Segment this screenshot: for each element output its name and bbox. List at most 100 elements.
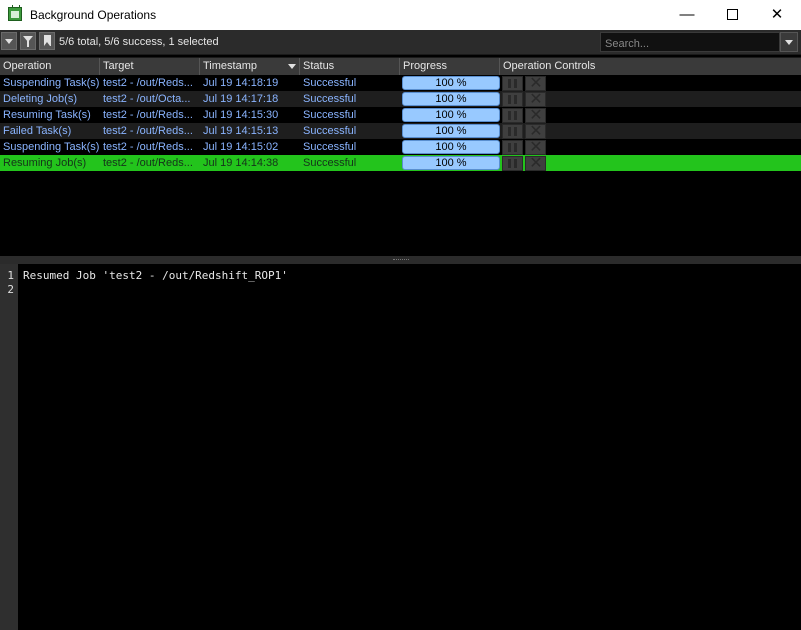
table-row[interactable]: Suspending Task(s) test2 - /out/Reds... Ju… [0,75,801,92]
search-input[interactable] [600,32,780,52]
pause-icon-bar [514,143,517,152]
pause-icon-bar [514,95,517,104]
pause-button[interactable] [502,124,523,139]
pause-icon-bar [508,111,511,120]
progress-bar: 100 % [402,76,500,90]
bookmark-icon [44,35,51,46]
pause-button[interactable] [502,108,523,123]
pause-button[interactable] [502,76,523,91]
column-header-timestamp[interactable]: Timestamp [200,58,300,75]
operation-cell: Suspending Task(s) [3,141,100,153]
pause-button[interactable] [502,92,523,107]
splitter-grip-icon [393,259,409,262]
cancel-operation-button[interactable]: ✕ [525,107,546,124]
cancel-operation-button[interactable]: ✕ [525,91,546,108]
window-title: Background Operations [30,8,157,22]
app-icon [8,7,22,21]
log-line: Resumed Job 'test2 - /out/Redshift_ROP1' [23,269,288,282]
column-header-target[interactable]: Target [100,58,200,75]
close-icon: ✕ [529,123,543,140]
column-header-operation-controls[interactable]: Operation Controls [500,58,801,75]
pause-icon-bar [508,95,511,104]
operation-cell: Suspending Task(s) [3,77,100,89]
filter-button[interactable] [20,32,36,50]
status-cell: Successful [303,157,357,169]
table-header: Operation Target Timestamp Status Progre… [0,58,801,75]
close-icon: ✕ [529,75,543,92]
timestamp-cell: Jul 19 14:17:18 [203,93,279,105]
target-cell: test2 - /out/Reds... [103,125,193,137]
pause-icon-bar [508,159,511,168]
log-output-panel[interactable]: 1 2 Resumed Job 'test2 - /out/Redshift_R… [0,264,801,630]
progress-bar: 100 % [402,156,500,170]
pause-icon-bar [514,79,517,88]
status-cell: Successful [303,77,357,89]
pause-icon-bar [508,127,511,136]
column-header-operation[interactable]: Operation [0,58,100,75]
operation-cell: Failed Task(s) [3,125,72,137]
line-number: 1 [7,269,14,282]
table-row[interactable]: Deleting Job(s) test2 - /out/Octa... Jul 1… [0,91,801,108]
table-row[interactable]: Failed Task(s) test2 - /out/Reds... Jul 19… [0,123,801,140]
timestamp-cell: Jul 19 14:15:13 [203,125,279,137]
status-cell: Successful [303,109,357,121]
progress-bar: 100 % [402,124,500,138]
target-cell: test2 - /out/Reds... [103,109,193,121]
close-button[interactable]: ✕ [754,0,800,30]
pause-button[interactable] [502,156,523,171]
operation-cell: Deleting Job(s) [3,93,77,105]
line-number: 2 [7,283,14,296]
bookmark-button[interactable] [39,32,55,50]
progress-bar: 100 % [402,108,500,122]
pause-icon-bar [514,159,517,168]
operation-cell: Resuming Job(s) [3,157,87,169]
status-cell: Successful [303,125,357,137]
progress-bar: 100 % [402,92,500,106]
operations-table: Operation Target Timestamp Status Progre… [0,57,801,256]
column-header-progress[interactable]: Progress [400,58,500,75]
panel-splitter[interactable] [0,256,801,264]
toolbar: 5/6 total, 5/6 success, 1 selected [0,30,801,55]
close-icon: ✕ [529,107,543,124]
close-icon: ✕ [770,6,784,23]
minimize-button[interactable]: — [664,0,710,30]
column-header-timestamp-label: Timestamp [203,60,257,72]
pause-button[interactable] [502,140,523,155]
operation-cell: Resuming Task(s) [3,109,91,121]
column-header-status[interactable]: Status [300,58,400,75]
cancel-operation-button[interactable]: ✕ [525,155,546,172]
target-cell: test2 - /out/Reds... [103,157,193,169]
close-icon: ✕ [529,139,543,156]
table-row[interactable]: Resuming Job(s) test2 - /out/Reds... Jul 1… [0,155,801,172]
chevron-down-icon [785,40,793,45]
pause-icon-bar [508,79,511,88]
menu-dropdown-button[interactable] [1,32,17,50]
timestamp-cell: Jul 19 14:15:02 [203,141,279,153]
target-cell: test2 - /out/Octa... [103,93,191,105]
timestamp-cell: Jul 19 14:18:19 [203,77,279,89]
minimize-icon: — [679,6,695,23]
target-cell: test2 - /out/Reds... [103,77,193,89]
table-row[interactable]: Suspending Task(s) test2 - /out/Reds... Ju… [0,139,801,156]
sort-descending-icon [288,64,296,69]
window-title-bar[interactable]: Background Operations — ✕ [0,0,801,30]
chevron-down-icon [5,39,13,44]
maximize-icon [726,8,738,20]
line-number-gutter: 1 2 [0,264,18,630]
close-icon: ✕ [529,91,543,108]
timestamp-cell: Jul 19 14:14:38 [203,157,279,169]
search-dropdown-button[interactable] [780,32,798,52]
operations-summary: 5/6 total, 5/6 success, 1 selected [59,36,219,48]
status-cell: Successful [303,93,357,105]
filter-icon-stem [27,41,29,47]
cancel-operation-button[interactable]: ✕ [525,75,546,92]
target-cell: test2 - /out/Reds... [103,141,193,153]
close-icon: ✕ [529,155,543,172]
timestamp-cell: Jul 19 14:15:30 [203,109,279,121]
pause-icon-bar [514,111,517,120]
cancel-operation-button[interactable]: ✕ [525,139,546,156]
maximize-button[interactable] [709,0,755,30]
status-cell: Successful [303,141,357,153]
table-row[interactable]: Resuming Task(s) test2 - /out/Reds... Jul … [0,107,801,124]
cancel-operation-button[interactable]: ✕ [525,123,546,140]
